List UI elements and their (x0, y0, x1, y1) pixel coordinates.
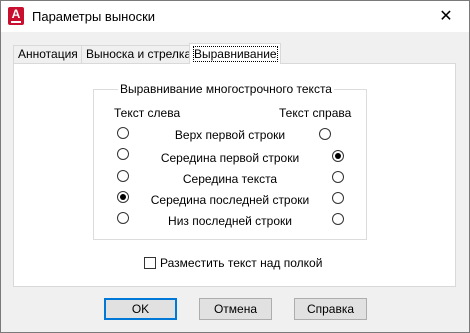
cancel-button[interactable]: Отмена (199, 298, 272, 320)
radio-right-top-first-line[interactable] (319, 128, 331, 140)
app-icon-stripe (11, 21, 21, 23)
radio-left-middle-last-line[interactable] (117, 191, 129, 203)
dialog-window: A Параметры выноски ✕ Аннотация Выноска … (0, 0, 470, 333)
tab-annotation-label: Аннотация (18, 47, 78, 61)
tab-panel-alignment: Выравнивание многострочного текста Текст… (13, 63, 456, 287)
tab-alignment-label: Выравнивание (193, 46, 278, 62)
close-icon[interactable]: ✕ (423, 1, 469, 32)
title-bar: A Параметры выноски ✕ (1, 1, 469, 32)
tab-leader-arrow-label: Выноска и стрелка (86, 47, 192, 61)
window-title: Параметры выноски (32, 9, 156, 24)
row-label-bottom-last-line: Низ последней строки (168, 214, 292, 228)
ok-button[interactable]: OK (104, 298, 177, 320)
app-icon-letter: A (11, 7, 21, 21)
radio-left-top-first-line[interactable] (117, 127, 129, 139)
row-label-middle-first-line: Середина первой строки (160, 151, 300, 165)
row-label-top-first-line: Верх первой строки (174, 128, 286, 142)
radio-right-middle-text[interactable] (332, 171, 344, 183)
tab-annotation[interactable]: Аннотация (13, 45, 83, 63)
radio-right-middle-first-line[interactable] (332, 150, 344, 162)
radio-right-middle-last-line[interactable] (332, 192, 344, 204)
radio-right-bottom-last-line[interactable] (332, 213, 344, 225)
radio-left-middle-text[interactable] (117, 170, 129, 182)
tab-leader-arrow[interactable]: Выноска и стрелка (81, 45, 195, 63)
multiline-alignment-group: Выравнивание многострочного текста Текст… (93, 82, 367, 240)
left-text-header: Текст слева (114, 106, 181, 120)
right-text-header: Текст справа (279, 106, 352, 120)
radio-left-middle-first-line[interactable] (117, 148, 129, 160)
radio-left-bottom-last-line[interactable] (117, 212, 129, 224)
place-text-above-shelf-label[interactable]: Разместить текст над полкой (160, 256, 322, 270)
help-button[interactable]: Справка (294, 298, 367, 320)
row-label-middle-last-line: Середина последней строки (150, 193, 310, 207)
group-title: Выравнивание многострочного текста (118, 82, 334, 96)
tab-alignment[interactable]: Выравнивание (189, 43, 281, 64)
autocad-app-icon: A (8, 7, 24, 25)
row-label-middle-text: Середина текста (182, 172, 278, 186)
place-text-above-shelf-checkbox[interactable] (144, 257, 156, 269)
